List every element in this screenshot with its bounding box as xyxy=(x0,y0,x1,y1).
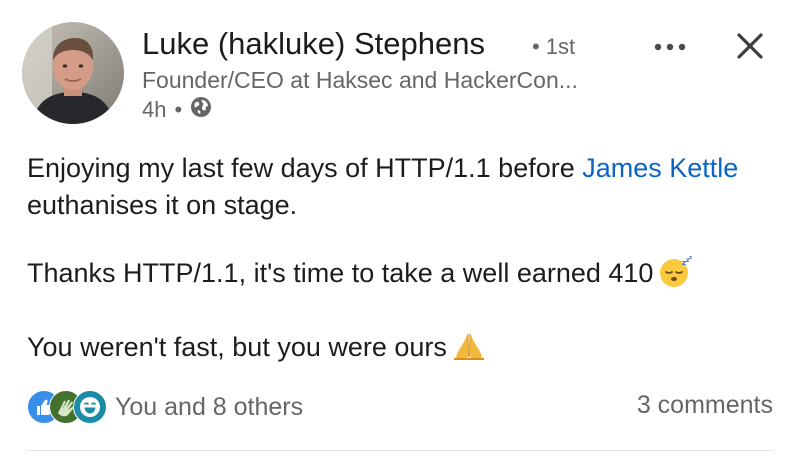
reactions-count[interactable]: You and 8 others xyxy=(115,393,303,422)
post-meta: 4h • xyxy=(142,96,212,124)
globe-icon xyxy=(190,96,212,124)
post-text-2: Thanks HTTP/1.1, it's time to take a wel… xyxy=(27,258,654,288)
post-time: 4h xyxy=(142,97,167,122)
degree-label: 1st xyxy=(545,34,576,59)
folded-hands-emoji xyxy=(453,330,485,372)
post-text-1b: euthanises it on stage. xyxy=(27,190,298,220)
post-body: Enjoying my last few days of HTTP/1.1 be… xyxy=(27,150,777,372)
funny-icon xyxy=(73,390,107,424)
more-dots-icon xyxy=(654,43,686,51)
degree-separator: • xyxy=(532,34,540,59)
post-text-1a: Enjoying my last few days of HTTP/1.1 be… xyxy=(27,153,583,183)
post-text-3: You weren't fast, but you were ours xyxy=(27,332,447,362)
svg-text:z: z xyxy=(689,256,692,261)
post-paragraph-2: Thanks HTTP/1.1, it's time to take a wel… xyxy=(27,255,777,298)
sleeping-face-emoji: z z z xyxy=(659,255,693,298)
mention-link[interactable]: James Kettle xyxy=(582,153,738,183)
divider xyxy=(27,450,773,451)
connection-degree: • 1st xyxy=(532,34,575,60)
reaction-icons xyxy=(27,390,107,424)
more-options-button[interactable] xyxy=(648,30,692,64)
reactions-summary[interactable]: You and 8 others xyxy=(27,390,303,424)
comments-count[interactable]: 3 comments xyxy=(637,391,773,420)
close-icon xyxy=(737,33,763,59)
close-button[interactable] xyxy=(730,26,770,66)
author-avatar[interactable] xyxy=(22,22,124,124)
meta-separator: • xyxy=(174,97,183,122)
author-name[interactable]: Luke (hakluke) Stephens xyxy=(142,26,485,62)
post-paragraph-1: Enjoying my last few days of HTTP/1.1 be… xyxy=(27,150,777,224)
post-paragraph-3: You weren't fast, but you were ours xyxy=(27,329,777,372)
author-headline: Founder/CEO at Haksec and HackerCon... xyxy=(142,67,578,93)
